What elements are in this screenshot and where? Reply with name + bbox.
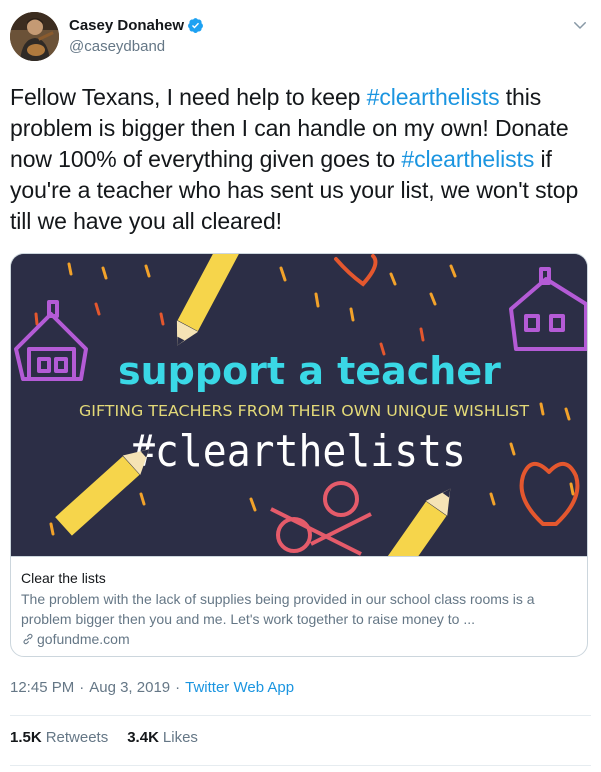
tweet-meta: 12:45 PM · Aug 3, 2019 · Twitter Web App [10,679,294,696]
tweet-time[interactable]: 12:45 PM [10,679,74,696]
hashtag-link[interactable]: #clearthelists [401,146,534,172]
avatar[interactable] [10,12,59,61]
tweet-text: Fellow Texans, I need help to keep #clea… [10,82,585,237]
display-name[interactable]: Casey Donahew [69,17,184,34]
card-description: The problem with the lack of supplies be… [21,591,535,627]
tweet-source-link[interactable]: Twitter Web App [185,679,294,696]
likes-label: Likes [162,729,198,746]
retweets-label: Retweets [45,729,109,746]
avatar-image [10,12,59,61]
tweet-header: Casey Donahew @caseydband [10,12,591,64]
chevron-down-icon[interactable] [571,16,589,34]
divider [10,765,591,766]
card-image-subheadline: GIFTING TEACHERS FROM THEIR OWN UNIQUE W… [79,402,530,420]
link-icon [23,633,33,645]
tweet-stats: 1.5K Retweets 3.4K Likes [10,729,217,746]
verified-badge-icon [188,17,203,33]
retweets-count: 1.5K [10,729,42,746]
hashtag-link[interactable]: #clearthelists [367,84,500,110]
divider [10,715,591,716]
likes-stat[interactable]: 3.4K Likes [127,729,198,746]
card-image[interactable]: support a teacher GIFTING TEACHERS FROM … [11,254,587,574]
likes-count: 3.4K [127,729,159,746]
tweet-date[interactable]: Aug 3, 2019 [89,679,170,696]
card-image-hashtag: #clearthelists [131,426,466,477]
card-title: Clear the lists [21,570,106,586]
card-illustration: support a teacher GIFTING TEACHERS FROM … [11,254,587,574]
card-body[interactable]: Clear the lists The problem with the lac… [11,556,587,656]
tweet-text-segment: Fellow Texans, I need help to keep [10,84,367,110]
card-domain-text: gofundme.com [37,631,130,647]
handle[interactable]: @caseydband [69,38,204,55]
card-image-headline: support a teacher [118,349,501,393]
author-names: Casey Donahew @caseydband [69,14,204,55]
meta-separator: · [79,679,85,696]
meta-separator: · [175,679,181,696]
retweets-stat[interactable]: 1.5K Retweets [10,729,108,746]
card-domain: gofundme.com [21,629,579,649]
link-card[interactable]: support a teacher GIFTING TEACHERS FROM … [10,253,588,657]
